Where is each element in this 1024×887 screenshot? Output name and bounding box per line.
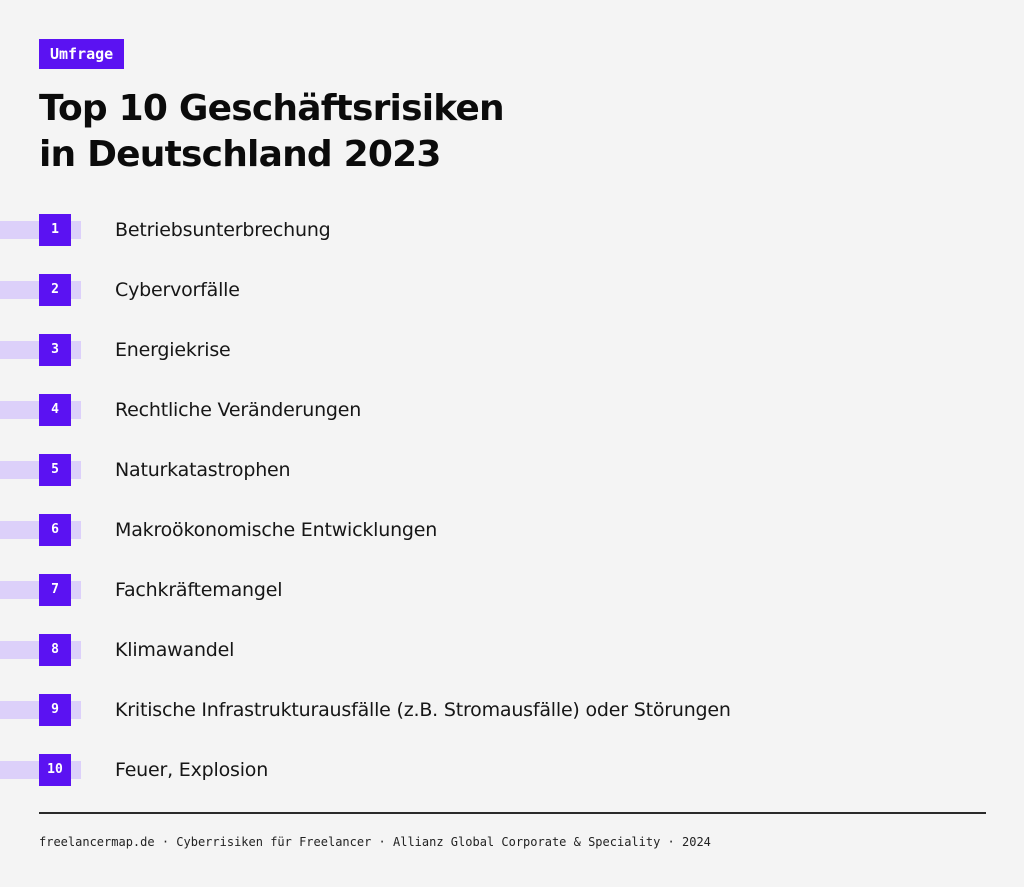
list-item: 2 Cybervorfälle: [0, 274, 1024, 334]
footer-divider: [39, 812, 986, 814]
risk-label: Energiekrise: [115, 339, 231, 361]
footer-source: freelancermap.de · Cyberrisiken für Free…: [39, 835, 711, 849]
title-line-2: in Deutschland 2023: [39, 134, 441, 175]
risk-list: 1 Betriebsunterbrechung 2 Cybervorfälle 3 E…: [0, 214, 1024, 814]
rank-badge: 3: [39, 334, 71, 366]
rank-badge: 7: [39, 574, 71, 606]
rank-badge: 2: [39, 274, 71, 306]
risk-label: Betriebsunterbrechung: [115, 219, 331, 241]
rank-badge: 1: [39, 214, 71, 246]
page-title: Top 10 Geschäftsrisiken in Deutschland 2…: [39, 86, 505, 178]
list-item: 4 Rechtliche Veränderungen: [0, 394, 1024, 454]
list-item: 8 Klimawandel: [0, 634, 1024, 694]
rank-badge: 4: [39, 394, 71, 426]
list-item: 10 Feuer, Explosion: [0, 754, 1024, 814]
rank-badge: 6: [39, 514, 71, 546]
risk-label: Klimawandel: [115, 639, 235, 661]
risk-label: Makroökonomische Entwicklungen: [115, 519, 438, 541]
title-line-1: Top 10 Geschäftsrisiken: [39, 88, 505, 129]
risk-label: Fachkräftemangel: [115, 579, 283, 601]
list-item: 3 Energiekrise: [0, 334, 1024, 394]
rank-badge: 5: [39, 454, 71, 486]
list-item: 6 Makroökonomische Entwicklungen: [0, 514, 1024, 574]
rank-badge: 8: [39, 634, 71, 666]
list-item: 5 Naturkatastrophen: [0, 454, 1024, 514]
list-item: 1 Betriebsunterbrechung: [0, 214, 1024, 274]
risk-label: Feuer, Explosion: [115, 759, 269, 781]
risk-label: Naturkatastrophen: [115, 459, 291, 481]
risk-label: Cybervorfälle: [115, 279, 240, 301]
category-tag: Umfrage: [39, 39, 125, 69]
risk-label: Kritische Infrastrukturausfälle (z.B. St…: [115, 699, 731, 721]
risk-label: Rechtliche Veränderungen: [115, 399, 362, 421]
rank-badge: 9: [39, 694, 71, 726]
list-item: 9 Kritische Infrastrukturausfälle (z.B. S…: [0, 694, 1024, 754]
list-item: 7 Fachkräftemangel: [0, 574, 1024, 634]
rank-badge: 10: [39, 754, 71, 786]
